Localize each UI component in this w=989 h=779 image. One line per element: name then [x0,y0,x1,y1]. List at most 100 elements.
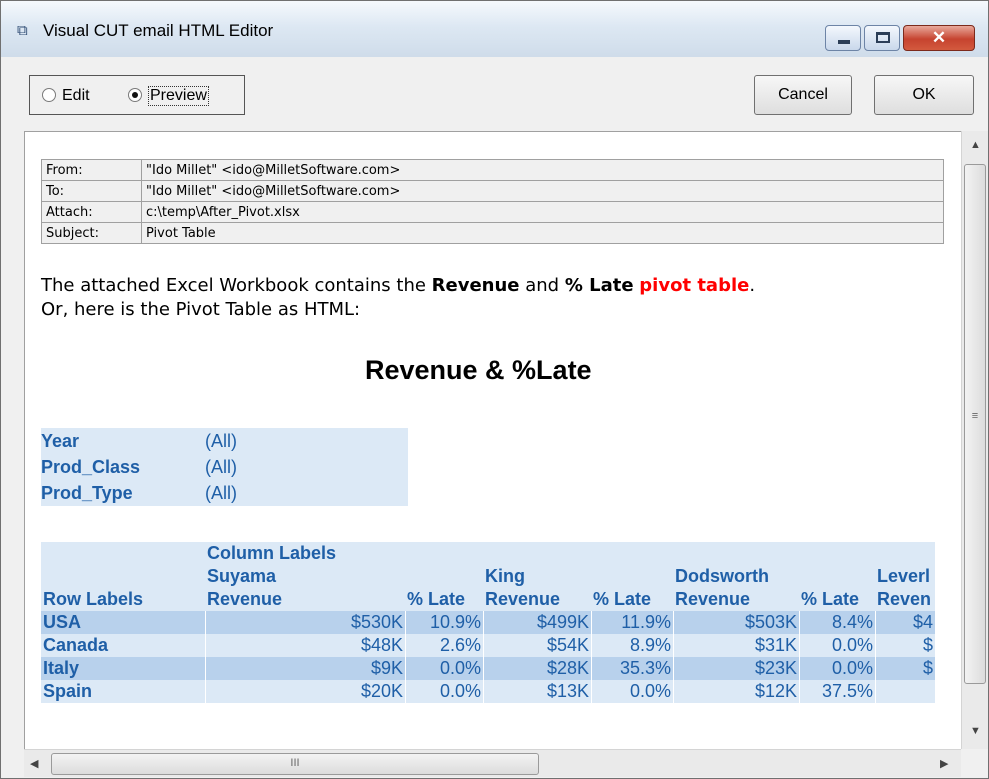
filter-label: Prod_Type [41,483,133,503]
table-cell: 8.9% [591,634,673,657]
rep-header-leverling: Leverl [875,565,935,588]
scroll-right-icon[interactable]: ▶ [940,757,948,770]
body-bold-late: % Late [564,275,634,296]
pivot-header-row-2: Suyama King Dodsworth Leverl [41,565,935,588]
pivot-header-cell [405,565,483,588]
toolbar: Edit Preview Cancel OK [1,57,988,131]
minimize-button[interactable] [825,25,861,51]
editor-window: ⧉ Visual CUT email HTML Editor ✕ Edit Pr… [0,0,989,779]
maximize-icon [876,32,890,43]
vertical-scroll-thumb[interactable]: ≡ [964,164,986,684]
table-cell: $9K [205,657,405,680]
pivot-header-cell [591,565,673,588]
filter-value: (All) [205,483,237,503]
header-value: c:\temp\After_Pivot.xlsx [141,201,944,223]
row-label: USA [41,611,205,634]
edit-radio-circle[interactable] [42,88,56,102]
row-label: Canada [41,634,205,657]
revenue-header: Revenue [673,588,799,611]
pivot-filters: Year (All) Prod_Class (All) Prod_Type (A… [41,428,408,506]
preview-radio-label[interactable]: Preview [148,86,209,106]
email-body-text: The attached Excel Workbook contains the… [41,274,951,322]
table-row: Canada $48K 2.6% $54K 8.9% $31K 0.0% $ [41,634,935,657]
header-row-subject: Subject: Pivot Table [41,222,944,244]
filter-label: Year [41,431,80,451]
row-labels-header: Row Labels [41,588,205,611]
preview-radio-circle[interactable] [128,88,142,102]
table-cell: $28K [483,657,591,680]
late-header: % Late [591,588,673,611]
header-value: Pivot Table [141,222,944,244]
filter-row-prod-class: Prod_Class (All) [41,454,408,480]
scroll-left-icon[interactable]: ◀ [30,757,38,770]
table-cell: 0.0% [405,657,483,680]
close-icon: ✕ [931,28,947,47]
body-bold-revenue: Revenue [431,275,520,296]
table-row: Spain $20K 0.0% $13K 0.0% $12K 37.5% [41,680,935,703]
scroll-down-icon[interactable]: ▼ [970,725,981,737]
body-text-segment: . [749,275,756,296]
pivot-header-cell [41,542,205,565]
header-label: To: [41,180,142,202]
body-red-pivot-table: pivot table [639,275,750,296]
table-cell: $54K [483,634,591,657]
table-cell: 35.3% [591,657,673,680]
horizontal-scroll-thumb[interactable]: III [51,753,539,775]
late-header: % Late [799,588,875,611]
column-labels-header: Column Labels [205,542,405,565]
close-button[interactable]: ✕ [903,25,975,51]
header-label: Subject: [41,222,142,244]
row-label: Spain [41,680,205,703]
pivot-header-cell [405,542,483,565]
rep-header-suyama: Suyama [205,565,405,588]
header-row-to: To: "Ido Millet" <ido@MilletSoftware.com… [41,180,944,202]
table-row: USA $530K 10.9% $499K 11.9% $503K 8.4% $… [41,611,935,634]
horizontal-scrollbar[interactable]: ◀ III ▶ [24,749,961,777]
filter-label: Prod_Class [41,457,141,477]
pivot-header-cell [591,542,673,565]
scroll-up-icon[interactable]: ▲ [970,139,981,151]
pivot-header-cell [799,542,875,565]
body-line-1: The attached Excel Workbook contains the… [41,274,951,298]
table-cell: 0.0% [405,680,483,703]
edit-radio[interactable]: Edit [42,86,122,106]
header-value: "Ido Millet" <ido@MilletSoftware.com> [141,180,944,202]
row-label: Italy [41,657,205,680]
window-title: Visual CUT email HTML Editor [43,21,274,40]
preview-pane[interactable]: From: "Ido Millet" <ido@MilletSoftware.c… [24,131,988,749]
table-cell: 37.5% [799,680,875,703]
pivot-header-cell [41,565,205,588]
table-cell: 0.0% [799,634,875,657]
app-window-icon: ⧉ [17,22,28,39]
table-cell [875,680,935,703]
revenue-header: Reven [875,588,935,611]
pivot-header-cell [673,542,799,565]
table-cell: 0.0% [591,680,673,703]
maximize-button[interactable] [864,25,900,51]
preview-radio[interactable]: Preview [128,86,228,106]
minimize-icon [838,40,850,44]
pivot-header-row-1: Column Labels [41,542,935,565]
edit-radio-label[interactable]: Edit [62,86,90,106]
table-cell: 2.6% [405,634,483,657]
email-header-table: From: "Ido Millet" <ido@MilletSoftware.c… [41,159,944,244]
mode-radio-group: Edit Preview [29,75,245,115]
vertical-scrollbar[interactable]: ▲ ≡ ▼ [961,131,988,749]
ok-button[interactable]: OK [874,75,974,115]
table-cell: $20K [205,680,405,703]
rep-header-king: King [483,565,591,588]
table-row: Italy $9K 0.0% $28K 35.3% $23K 0.0% $ [41,657,935,680]
header-row-attach: Attach: c:\temp\After_Pivot.xlsx [41,201,944,223]
table-cell: 0.0% [799,657,875,680]
cancel-button[interactable]: Cancel [754,75,852,115]
table-cell: $48K [205,634,405,657]
filter-value: (All) [205,431,237,451]
header-row-from: From: "Ido Millet" <ido@MilletSoftware.c… [41,159,944,181]
pivot-header-cell [483,542,591,565]
table-cell: $12K [673,680,799,703]
title-bar[interactable]: ⧉ Visual CUT email HTML Editor ✕ [1,1,988,57]
pivot-header-cell [875,542,935,565]
filter-row-year: Year (All) [41,428,408,454]
table-cell: $ [875,657,935,680]
pivot-header-row-3: Row Labels Revenue % Late Revenue % Late… [41,588,935,611]
